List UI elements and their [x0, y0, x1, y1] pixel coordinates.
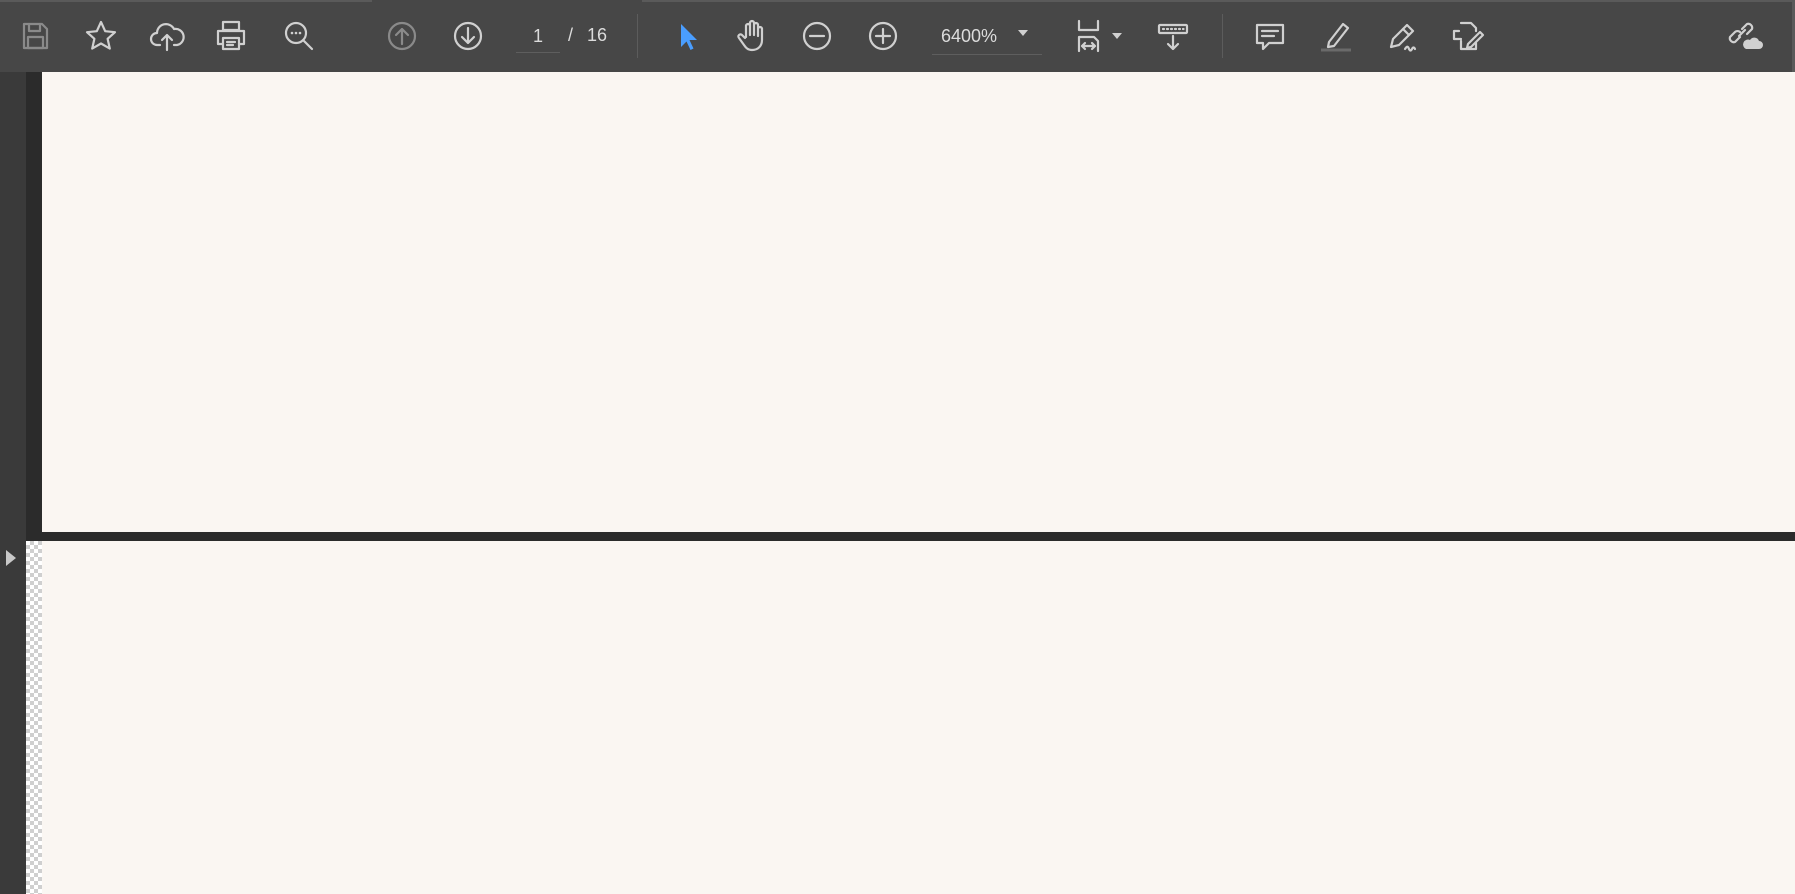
edit-pdf-icon — [1452, 21, 1485, 51]
document-page — [42, 541, 1795, 894]
zoom-level-value: 6400% — [941, 26, 998, 46]
zoom-out-button[interactable] — [793, 12, 841, 60]
tab-indicator — [0, 0, 372, 2]
pen-sign-icon — [1389, 23, 1417, 52]
document-viewport[interactable] — [26, 72, 1795, 894]
printer-icon — [216, 20, 246, 51]
zoom-level-dropdown[interactable]: 6400% — [932, 18, 1042, 55]
cloud-upload-icon — [149, 23, 185, 52]
page-total: 16 — [587, 25, 608, 45]
main-toolbar: / 16 6400% — [0, 0, 1795, 72]
left-side-panel — [0, 72, 26, 894]
pointer-icon — [681, 24, 697, 50]
toolbar-divider — [637, 14, 638, 58]
comment-button[interactable] — [1246, 12, 1294, 60]
save-button[interactable] — [11, 12, 59, 60]
expand-panel-icon[interactable] — [6, 550, 16, 566]
hand-icon — [737, 19, 764, 52]
zoom-in-button[interactable] — [859, 12, 907, 60]
fit-width-icon — [1077, 19, 1100, 53]
minus-circle-icon — [802, 21, 832, 51]
scroll-mode-icon — [1157, 23, 1189, 51]
print-button[interactable] — [207, 12, 255, 60]
search-more-icon — [284, 21, 314, 51]
page-separator: / — [568, 25, 574, 45]
save-icon — [22, 22, 49, 50]
toolbar-divider — [1222, 14, 1223, 58]
edit-pdf-button[interactable] — [1444, 12, 1492, 60]
chevron-down-icon — [1018, 30, 1028, 36]
hand-tool-button[interactable] — [728, 12, 776, 60]
highlight-button[interactable] — [1312, 12, 1360, 60]
scroll-mode-button[interactable] — [1149, 12, 1197, 60]
document-page — [42, 72, 1795, 532]
upload-button[interactable] — [143, 12, 191, 60]
previous-page-button[interactable] — [378, 12, 426, 60]
share-link-button[interactable] — [1721, 12, 1769, 60]
plus-circle-icon — [868, 21, 898, 51]
bookmark-button[interactable] — [77, 12, 125, 60]
link-cloud-icon — [1728, 22, 1763, 49]
page-number-input[interactable] — [516, 20, 560, 53]
highlighter-icon — [1321, 22, 1351, 52]
arrow-down-circle-icon — [453, 21, 483, 51]
star-icon — [85, 20, 117, 50]
tab-indicator — [642, 0, 1792, 2]
next-page-button[interactable] — [444, 12, 492, 60]
arrow-up-circle-icon — [387, 21, 417, 51]
transparency-checker — [26, 541, 42, 894]
select-tool-button[interactable] — [663, 12, 711, 60]
find-button[interactable] — [275, 12, 323, 60]
sign-button[interactable] — [1378, 12, 1426, 60]
comment-icon — [1255, 23, 1285, 51]
fit-page-button[interactable] — [1066, 12, 1114, 60]
chevron-down-icon[interactable] — [1112, 33, 1122, 39]
